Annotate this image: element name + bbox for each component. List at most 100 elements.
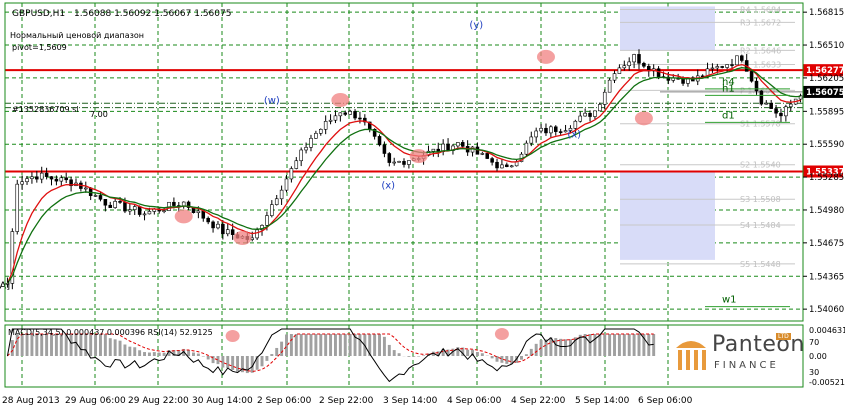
candle-body xyxy=(309,137,313,148)
highlight-marker xyxy=(536,49,555,64)
candle-body xyxy=(402,161,406,165)
candle-body xyxy=(583,112,587,117)
candle-body xyxy=(681,78,685,84)
candle-body xyxy=(598,104,602,112)
candle-body xyxy=(612,73,617,81)
candle-body xyxy=(553,126,558,132)
indicator-marker xyxy=(225,330,240,342)
candle-body xyxy=(382,144,387,154)
x-tick-label: 30 Aug 14:00 xyxy=(192,396,253,406)
candle-body xyxy=(764,102,769,105)
candle-body xyxy=(397,161,401,163)
candle-body xyxy=(735,55,739,66)
pivot-label: R2 1.5646 xyxy=(740,46,781,55)
candle-body xyxy=(274,198,279,205)
candle-body xyxy=(93,195,98,197)
range-note: Нормальный ценовой диапазон xyxy=(10,31,144,40)
candle-body xyxy=(730,64,734,66)
candle-body xyxy=(720,66,724,68)
candle-body xyxy=(642,62,646,67)
candle-body xyxy=(30,176,34,179)
y-tick-label: 1.55285 xyxy=(809,173,844,183)
candle-body xyxy=(588,112,592,117)
candle-body xyxy=(44,172,49,177)
pivot-label: S5 1.5448 xyxy=(740,260,781,269)
candle-body xyxy=(255,229,259,239)
candle-body xyxy=(84,187,88,190)
wave-label: (y) xyxy=(469,20,483,31)
candle-body xyxy=(509,165,514,168)
pivot-note: pivot=1,5609 xyxy=(12,43,67,52)
candle-body xyxy=(265,215,269,226)
candle-body xyxy=(230,229,235,235)
candle-body xyxy=(284,178,289,191)
y-tick-label: 1.54675 xyxy=(809,239,844,249)
indicator-tick-label: -0.00521 xyxy=(809,378,845,387)
candle-body xyxy=(500,164,504,169)
candle-body xyxy=(289,168,294,180)
x-tick-label: 4 Sep 06:00 xyxy=(447,396,502,406)
candle-body xyxy=(147,211,152,215)
pivot-label: R4 1.5684 xyxy=(740,5,781,14)
candle-body xyxy=(128,209,132,212)
candle-body xyxy=(431,148,436,152)
candle-body xyxy=(539,127,543,132)
y-tick-label: 1.56510 xyxy=(809,41,844,51)
candle-body xyxy=(343,112,348,115)
candle-body xyxy=(211,221,215,229)
indicator-header: MACD(5,34,5) 0.000437 0.000396 RSI(14) 5… xyxy=(8,328,213,337)
candle-body xyxy=(740,55,744,61)
x-tick-label: 28 Aug 2013 xyxy=(2,396,60,406)
highlight-marker xyxy=(174,209,193,224)
side-level-label: h1 xyxy=(722,83,735,94)
candle-body xyxy=(338,112,343,117)
ohlc-readout: 1.56088 1.56092 1.56067 1.56075 xyxy=(74,9,231,19)
symbol-title: GBPUSD,H1 xyxy=(12,9,65,19)
y-tick-label: 1.54060 xyxy=(809,305,844,315)
pivot-label: S2 1.5540 xyxy=(740,161,781,170)
x-tick-label: 2 Sep 22:00 xyxy=(319,396,374,406)
x-tick-label: 29 Aug 06:00 xyxy=(65,396,126,406)
indicator-tick-label: 70 xyxy=(809,338,819,347)
candle-body xyxy=(485,153,489,159)
candle-body xyxy=(622,65,627,69)
candle-body xyxy=(779,112,783,117)
candle-body xyxy=(788,103,793,108)
candle-body xyxy=(20,181,24,185)
candle-body xyxy=(549,126,553,134)
candle-body xyxy=(607,79,612,93)
panteon-logo: Panteon FINANCE LTD xyxy=(672,332,804,380)
candle-body xyxy=(637,54,641,64)
wave-label: (x) xyxy=(567,130,581,141)
candle-body xyxy=(524,142,529,155)
candle-body xyxy=(446,143,450,151)
candle-body xyxy=(710,67,715,70)
candle-body xyxy=(216,223,220,229)
candle-body xyxy=(319,128,323,134)
candle-body xyxy=(108,204,113,208)
pivot-label: S1 1.5578 xyxy=(740,120,781,129)
highlight-marker xyxy=(634,111,653,126)
candle-body xyxy=(118,201,122,203)
candle-body xyxy=(534,130,538,138)
indicator-tick-label: 0.004631 xyxy=(809,326,845,335)
candle-body xyxy=(132,206,137,210)
candle-body xyxy=(480,153,485,155)
current-price-label: 1.56075 xyxy=(806,88,845,98)
candle-body xyxy=(774,108,778,114)
candle-body xyxy=(113,201,117,208)
x-tick-label: 4 Sep 22:00 xyxy=(511,396,566,406)
candle-body xyxy=(299,149,303,162)
candle-body xyxy=(602,91,607,105)
candle-body xyxy=(333,115,338,121)
order-label: #1352836709 sl xyxy=(12,105,79,114)
candle-body xyxy=(103,198,108,206)
pivot-zone-upper xyxy=(620,6,715,51)
candle-body xyxy=(578,115,583,122)
candle-body xyxy=(323,121,328,130)
candle-body xyxy=(617,67,622,74)
candle-body xyxy=(196,210,201,213)
candle-body xyxy=(270,204,274,216)
highlight-marker xyxy=(409,149,428,164)
candle-body xyxy=(392,161,396,164)
